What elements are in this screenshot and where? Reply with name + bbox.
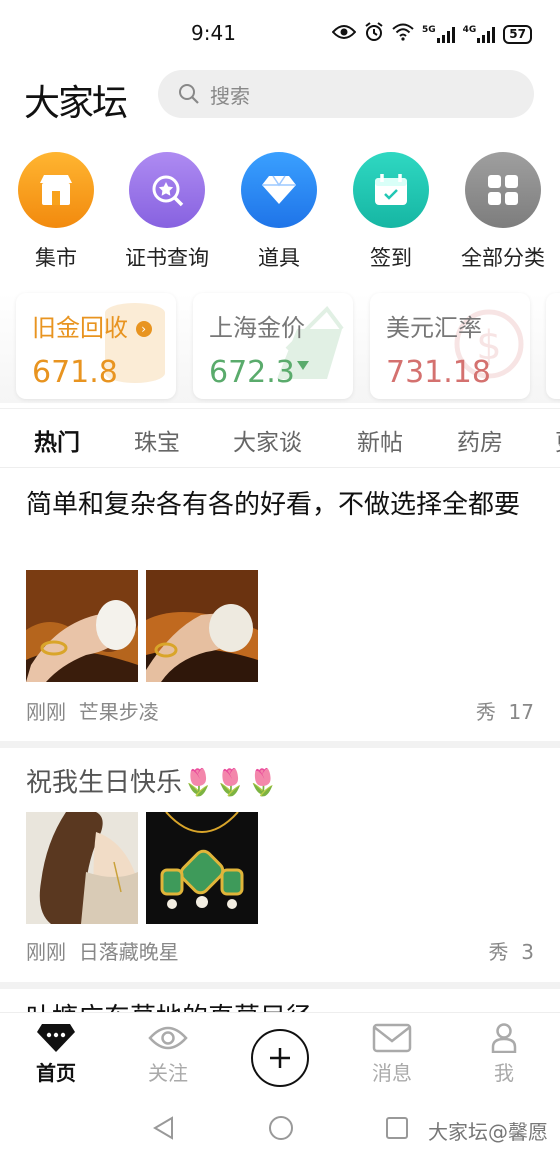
quick-link-label: 签到 xyxy=(370,246,412,270)
post-time: 刚刚 xyxy=(26,700,66,724)
price-card-usd-rate[interactable]: $ 美元汇率 731.18 xyxy=(370,293,530,399)
divider xyxy=(0,741,560,748)
price-card-next[interactable] xyxy=(546,293,560,399)
plus-icon xyxy=(270,1048,290,1068)
tab-new-posts[interactable]: 新帖 xyxy=(357,423,403,457)
tab-more[interactable]: 更 xyxy=(555,423,560,457)
eye-icon xyxy=(148,1026,188,1050)
watermark: 大家坛@馨愿 xyxy=(428,1116,548,1145)
quick-link-market[interactable]: 集市 xyxy=(0,152,112,272)
price-card-title: 旧金回收 › xyxy=(32,308,152,343)
nav-follow[interactable]: 关注 xyxy=(123,1023,213,1086)
category-tabs: 热门 珠宝 大家谈 新帖 药房 更 xyxy=(0,408,560,468)
quick-link-label: 证书查询 xyxy=(125,246,209,270)
price-card-title: 上海金价 xyxy=(209,314,305,342)
create-post-button[interactable] xyxy=(251,1029,309,1087)
post-image[interactable] xyxy=(26,812,138,924)
tab-pharmacy[interactable]: 药房 xyxy=(457,423,503,457)
price-card-title: 美元汇率 xyxy=(386,314,482,342)
nav-label: 消息 xyxy=(372,1061,412,1085)
post-title[interactable]: 叶塘广东草地的直莫目径 xyxy=(26,999,541,1013)
nav-me[interactable]: 我 xyxy=(459,1023,549,1086)
post-stat: 秀 17 xyxy=(476,696,534,725)
calendar-icon xyxy=(353,152,429,228)
tab-hot[interactable]: 热门 xyxy=(34,423,80,457)
back-icon[interactable] xyxy=(152,1116,174,1140)
mail-icon xyxy=(372,1023,412,1053)
post-tag: 秀 xyxy=(475,700,496,724)
quick-link-all-categories[interactable]: 全部分类 xyxy=(447,152,559,272)
post-author[interactable]: 日落藏晚星 xyxy=(79,940,179,964)
price-card-value: 671.8 xyxy=(32,355,118,390)
signal-5g-icon: 5G xyxy=(422,25,455,43)
quick-link-checkin[interactable]: 签到 xyxy=(335,152,447,272)
alarm-icon xyxy=(364,22,384,46)
shop-icon xyxy=(18,152,94,228)
system-nav-bar: 大家坛@馨愿 xyxy=(0,1100,560,1155)
post-meta: 刚刚 芒果步凌 xyxy=(26,696,159,725)
post-time: 刚刚 xyxy=(26,940,66,964)
post-count: 17 xyxy=(508,700,534,724)
post-stat: 秀 3 xyxy=(489,936,534,965)
post-tag: 秀 xyxy=(488,940,509,964)
nav-label: 首页 xyxy=(36,1061,76,1085)
post-card[interactable]: 简单和复杂各有各的好看，不做选择全都要 刚刚 芒果步凌 秀 17 xyxy=(0,468,560,742)
eye-icon xyxy=(331,24,357,44)
quick-link-certificate[interactable]: 证书查询 xyxy=(111,152,223,272)
certificate-search-icon xyxy=(129,152,205,228)
price-card-value: 731.18 xyxy=(386,355,491,390)
search-placeholder: 搜索 xyxy=(210,83,250,108)
quick-links: 集市 证书查询 道具 签到 全部分类 xyxy=(0,152,560,272)
nav-label: 我 xyxy=(494,1061,514,1085)
price-card-gold-recycle[interactable]: 旧金回收 › 671.8 xyxy=(16,293,176,399)
divider xyxy=(0,982,560,989)
grid-icon xyxy=(465,152,541,228)
trend-down-icon xyxy=(296,361,309,370)
nav-messages[interactable]: 消息 xyxy=(347,1023,437,1086)
post-title[interactable]: 简单和复杂各有各的好看，不做选择全都要 xyxy=(26,486,541,524)
post-meta: 刚刚 日落藏晚星 xyxy=(26,936,179,965)
quick-link-label: 全部分类 xyxy=(461,246,545,270)
wifi-icon xyxy=(392,23,414,45)
post-author[interactable]: 芒果步凌 xyxy=(79,700,159,724)
price-card-value: 672.3 xyxy=(209,355,309,390)
home-icon xyxy=(37,1024,75,1052)
recents-icon[interactable] xyxy=(385,1116,409,1140)
post-image[interactable] xyxy=(26,570,138,682)
app-logo[interactable]: 大家坛 xyxy=(24,74,128,126)
diamond-icon xyxy=(241,152,317,228)
search-input[interactable]: 搜索 xyxy=(158,70,534,118)
tab-jewelry[interactable]: 珠宝 xyxy=(134,423,180,457)
post-card[interactable]: 叶塘广东草地的直莫目径 xyxy=(0,989,560,1013)
search-icon xyxy=(179,84,199,104)
nav-label: 关注 xyxy=(148,1061,188,1085)
post-title[interactable]: 祝我生日快乐🌷🌷🌷 xyxy=(26,764,541,802)
post-image[interactable] xyxy=(146,570,258,682)
post-image[interactable] xyxy=(146,812,258,924)
battery-indicator: 57 xyxy=(503,24,532,44)
bottom-nav: 首页 关注 消息 我 xyxy=(0,1012,560,1100)
price-cards: 旧金回收 › 671.8 上海金价 672.3 $ 美元汇率 731.18 xyxy=(0,293,560,403)
chevron-right-icon: › xyxy=(135,321,152,337)
post-card[interactable]: 祝我生日快乐🌷🌷🌷 刚刚 日落藏晚星 秀 3 xyxy=(0,748,560,984)
status-icons: 5G 4G 57 xyxy=(331,22,532,46)
quick-link-label: 集市 xyxy=(35,246,77,270)
status-time: 9:41 xyxy=(191,21,236,45)
home-circle-icon[interactable] xyxy=(268,1115,294,1141)
quick-link-label: 道具 xyxy=(258,246,300,270)
status-bar: 9:41 5G 4G 57 xyxy=(0,0,560,62)
person-icon xyxy=(491,1023,517,1053)
nav-home[interactable]: 首页 xyxy=(11,1023,101,1086)
signal-4g-icon: 4G xyxy=(463,25,496,43)
quick-link-props[interactable]: 道具 xyxy=(223,152,335,272)
price-card-shanghai-gold[interactable]: 上海金价 672.3 xyxy=(193,293,353,399)
post-count: 3 xyxy=(521,940,534,964)
tab-discussion[interactable]: 大家谈 xyxy=(233,423,302,457)
